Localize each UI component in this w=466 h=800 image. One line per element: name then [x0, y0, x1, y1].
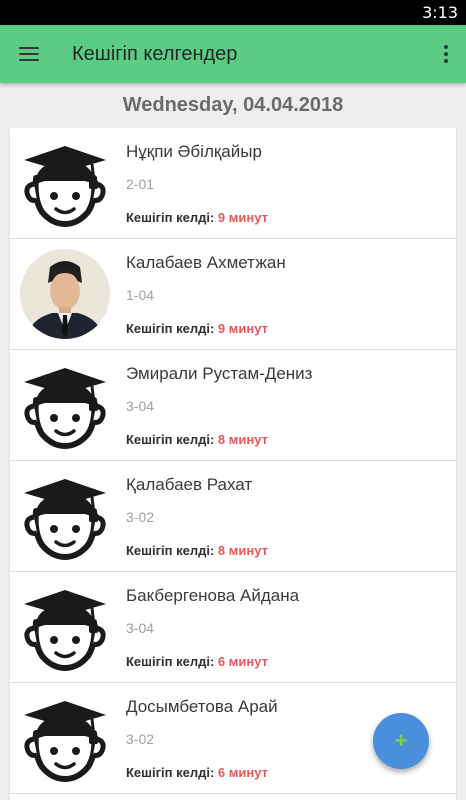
add-button[interactable]: + [373, 713, 429, 769]
late-minutes: 9 минут [217, 321, 268, 336]
late-text: Кешігіп келді: 8 минут [126, 432, 268, 447]
plus-icon: + [394, 728, 408, 753]
menu-button[interactable] [0, 25, 58, 83]
student-name: Калабаев Ахметжан [126, 253, 286, 272]
avatar [20, 249, 110, 339]
late-text: Кешігіп келді: 9 минут [126, 210, 268, 225]
late-minutes: 6 минут [217, 654, 268, 669]
late-text: Кешігіп келді: 8 минут [126, 543, 268, 558]
list-item[interactable]: Қалабаев Рахат 3-02 Кешігіп келді: 8 мин… [10, 461, 456, 572]
student-name: Эмирали Рустам-Дениз [126, 364, 313, 383]
graduate-icon [20, 471, 110, 561]
graduate-icon [20, 582, 110, 672]
date-header: Wednesday, 04.04.2018 [122, 94, 344, 116]
late-text: Кешігіп келді: 6 минут [126, 765, 268, 780]
app-title: Кешігіп келгендер [72, 42, 238, 65]
graduate-icon [20, 138, 110, 228]
app-bar: Кешігіп келгендер [0, 25, 466, 83]
graduate-icon [20, 693, 110, 783]
list-item[interactable]: Бакбергенова Айдана 3-04 Кешігіп келді: … [10, 572, 456, 683]
late-minutes: 8 минут [217, 543, 268, 558]
more-options-button[interactable] [436, 25, 456, 83]
list-item[interactable]: Калабаев Ахметжан 1-04 Кешігіп келді: 9 … [10, 239, 456, 350]
student-room: 3-04 [126, 398, 155, 414]
list-item[interactable]: Нұқпи Әбілқайыр 2-01 Кешігіп келді: 9 ми… [10, 128, 456, 239]
student-name: Нұқпи Әбілқайыр [126, 142, 262, 161]
late-minutes: 6 минут [217, 765, 268, 780]
student-room: 1-04 [126, 287, 155, 303]
student-name: Досымбетова Арай [126, 697, 278, 716]
student-room: 3-02 [126, 509, 155, 525]
student-name: Бакбергенова Айдана [126, 586, 300, 605]
student-room: 3-04 [126, 620, 155, 636]
student-name: Қалабаев Рахат [126, 475, 253, 494]
list-item[interactable]: Эмирали Рустам-Дениз 3-04 Кешігіп келді:… [10, 350, 456, 461]
late-minutes: 8 минут [217, 432, 268, 447]
status-time: 3:13 [422, 3, 458, 22]
student-room: 3-02 [126, 731, 155, 747]
student-room: 2-01 [126, 176, 155, 192]
student-list: Нұқпи Әбілқайыр 2-01 Кешігіп келді: 9 ми… [10, 128, 456, 800]
late-text: Кешігіп келді: 6 минут [126, 654, 268, 669]
late-text: Кешігіп келді: 9 минут [126, 321, 268, 336]
menu-icon [19, 47, 39, 61]
graduate-icon [20, 360, 110, 450]
late-minutes: 9 минут [217, 210, 268, 225]
status-bar: 3:13 [0, 0, 466, 25]
